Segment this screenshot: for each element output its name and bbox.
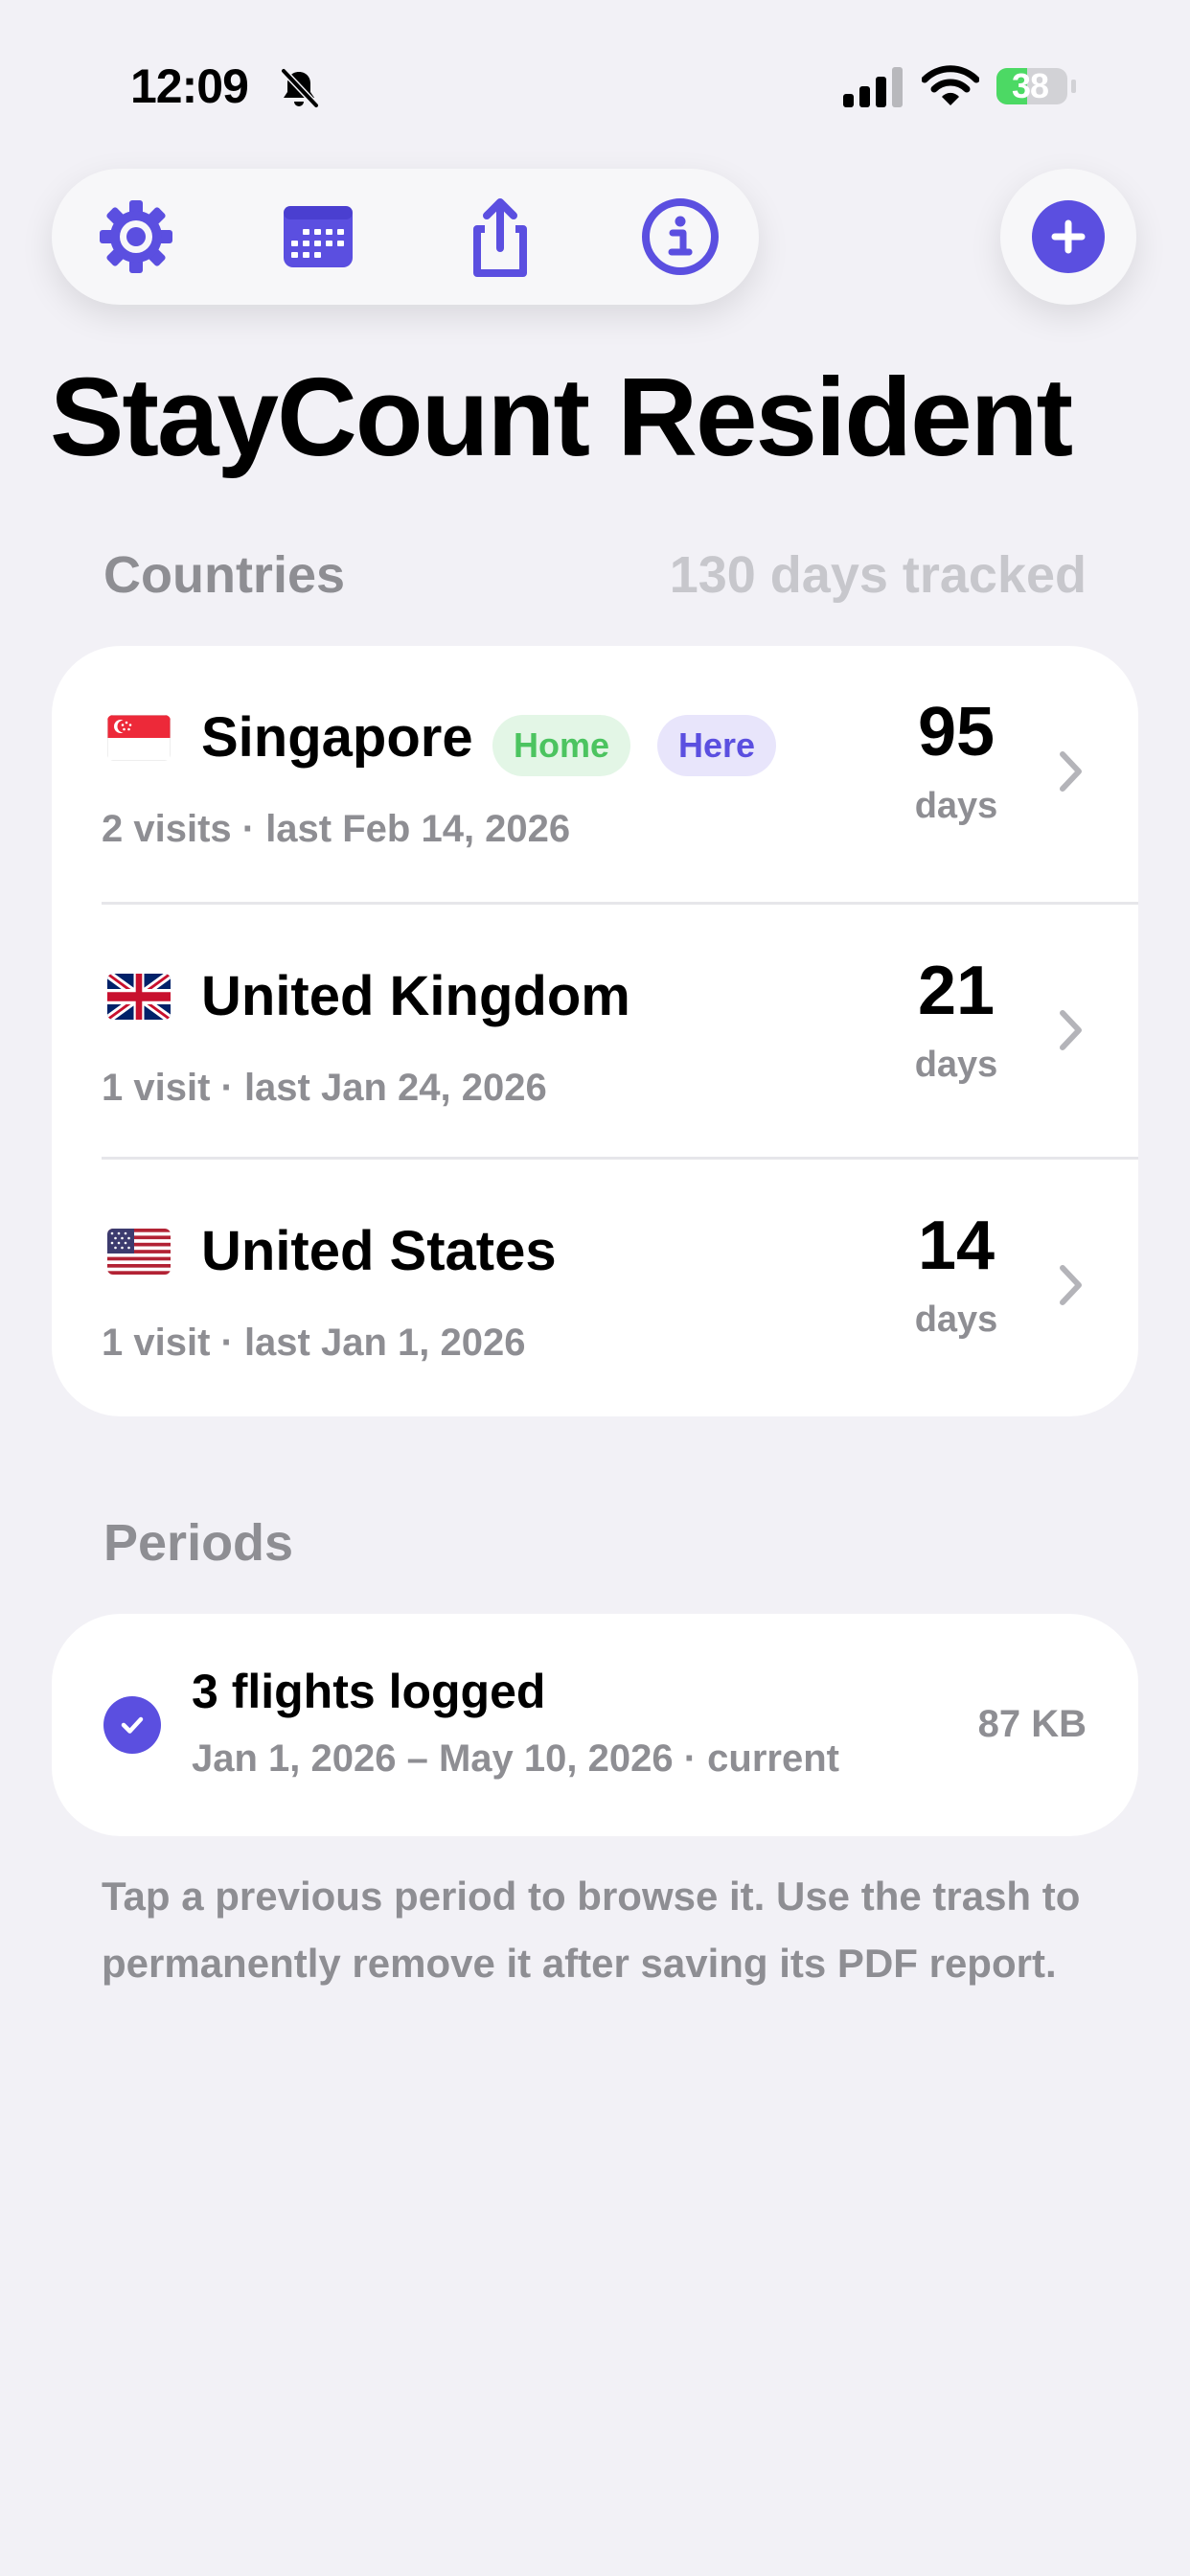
wifi-icon — [921, 65, 980, 107]
chevron-right-icon — [1058, 749, 1085, 794]
battery-icon: 38 — [995, 65, 1083, 107]
countries-section-label: Countries — [103, 546, 346, 604]
checkmark-icon — [103, 1696, 161, 1754]
country-name: Singapore — [201, 706, 473, 769]
days-label: days — [914, 786, 998, 826]
country-visits: 1 visit · last Jan 24, 2026 — [102, 1067, 547, 1109]
days-label: days — [914, 1045, 998, 1085]
gear-icon — [92, 193, 180, 281]
days-count: 95 — [917, 694, 995, 770]
country-row-singapore[interactable]: Singapore Home Here 2 visits · last Feb … — [52, 646, 1138, 901]
toolbar — [52, 169, 759, 305]
calendar-icon — [274, 193, 362, 281]
days-count: 14 — [917, 1208, 995, 1284]
period-title: 3 flights logged — [192, 1665, 546, 1718]
battery-level: 38 — [1011, 66, 1049, 105]
info-button[interactable] — [636, 193, 724, 281]
country-row-united-kingdom[interactable]: United Kingdom 1 visit · last Jan 24, 20… — [52, 905, 1138, 1160]
days-tracked-total: 130 days tracked — [669, 546, 1087, 604]
plus-icon — [1032, 200, 1105, 273]
country-visits: 2 visits · last Feb 14, 2026 — [102, 808, 571, 850]
bell-slash-icon — [278, 67, 320, 109]
info-icon — [636, 193, 724, 281]
cellular-signal-icon — [843, 67, 904, 107]
united-kingdom-flag-icon — [107, 974, 171, 1020]
countries-list: Singapore Home Here 2 visits · last Feb … — [52, 646, 1138, 1416]
country-row-united-states[interactable]: United States 1 visit · last Jan 1, 2026… — [52, 1160, 1138, 1414]
chevron-right-icon — [1058, 1263, 1085, 1307]
period-row-current[interactable]: 3 flights logged Jan 1, 2026 – May 10, 2… — [52, 1614, 1138, 1836]
singapore-flag-icon — [107, 715, 171, 761]
days-label: days — [914, 1300, 998, 1340]
share-button[interactable] — [456, 193, 544, 281]
status-time: 12:09 — [130, 59, 249, 113]
settings-button[interactable] — [92, 193, 180, 281]
chevron-right-icon — [1058, 1008, 1085, 1052]
country-name: United States — [201, 1220, 557, 1282]
country-name: United Kingdom — [201, 965, 630, 1027]
periods-footnote: Tap a previous period to browse it. Use … — [102, 1874, 1081, 1986]
days-count: 21 — [917, 953, 995, 1029]
periods-section-label: Periods — [103, 1514, 294, 1572]
calendar-button[interactable] — [274, 193, 362, 281]
page-title: StayCount Resident — [50, 355, 1073, 479]
home-badge: Home — [492, 715, 631, 776]
country-visits: 1 visit · last Jan 1, 2026 — [102, 1322, 526, 1364]
add-button[interactable] — [1000, 169, 1136, 305]
here-badge: Here — [657, 715, 777, 776]
united-states-flag-icon — [107, 1229, 171, 1275]
share-icon — [456, 193, 544, 281]
period-file-size: 87 KB — [977, 1703, 1087, 1745]
period-date-range: Jan 1, 2026 – May 10, 2026 · current — [192, 1737, 839, 1780]
